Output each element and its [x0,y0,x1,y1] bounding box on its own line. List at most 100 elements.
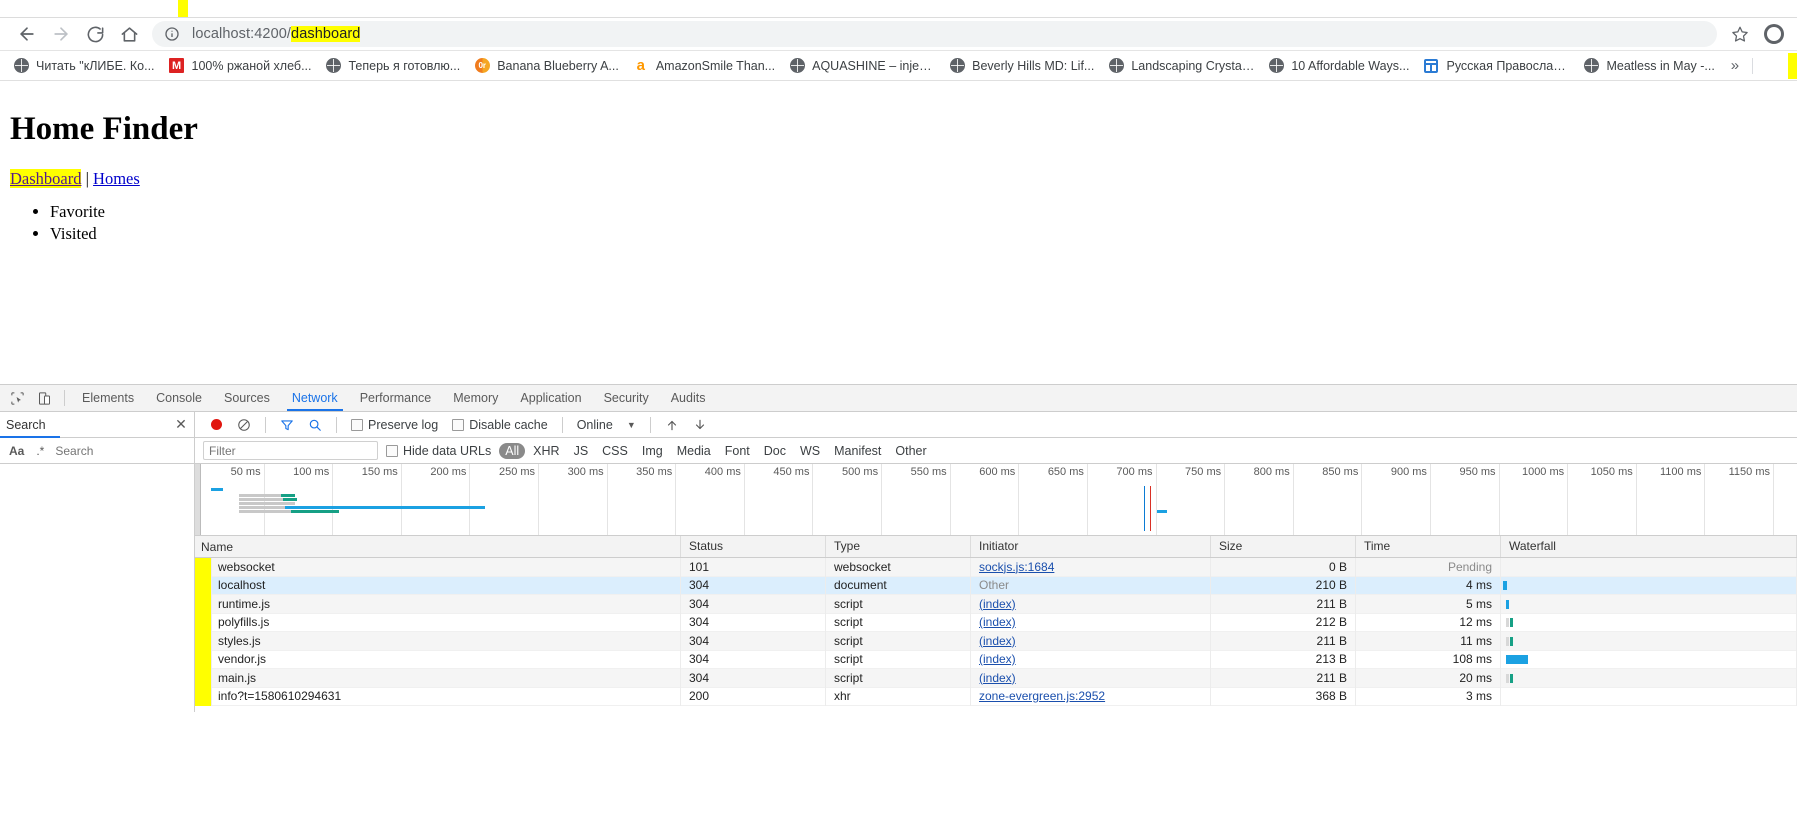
close-icon[interactable]: ✕ [168,416,194,433]
inspect-element-icon[interactable] [4,386,31,410]
column-header-size[interactable]: Size [1211,536,1356,557]
column-header-waterfall[interactable]: Waterfall [1501,536,1797,557]
waterfall-queue-bar [1506,618,1509,627]
record-button-icon[interactable] [203,414,229,436]
bookmark-item[interactable]: Meatless in May -... [1576,54,1721,78]
profile-avatar-icon[interactable] [1761,21,1787,47]
address-bar[interactable]: localhost:4200/dashboard [152,21,1717,47]
bookmark-item[interactable]: AQUASHINE – injec... [782,54,942,78]
type-filter-all[interactable]: All [499,442,526,459]
initiator-link[interactable]: (index) [979,634,1016,648]
initiator-link[interactable]: (index) [979,671,1016,685]
column-header-name[interactable]: Name [195,536,681,557]
type-filter-js[interactable]: JS [568,443,595,459]
initiator-link[interactable]: (index) [979,615,1016,629]
tab-console[interactable]: Console [145,385,213,411]
home-icon[interactable] [112,19,146,49]
export-har-icon[interactable] [687,414,713,436]
initiator-link[interactable]: (index) [979,652,1016,666]
timeline-tick-label: 300 ms [567,466,604,478]
hide-data-urls-checkbox[interactable]: Hide data URLs [380,444,497,458]
network-overview-timeline[interactable]: 50 ms 100 ms 150 ms 200 ms 250 ms 300 ms 350 m… [195,464,1797,536]
clear-network-icon[interactable] [231,414,257,436]
nav-link-dashboard[interactable]: Dashboard [10,169,82,188]
type-filter-font[interactable]: Font [719,443,756,459]
filter-input[interactable] [203,441,378,460]
column-header-type[interactable]: Type [826,536,971,557]
forward-arrow-icon[interactable] [44,19,78,49]
type-filter-ws[interactable]: WS [794,443,826,459]
cell-initiator[interactable]: (index) [971,631,1211,650]
nav-link-homes[interactable]: Homes [93,169,140,188]
column-header-initiator[interactable]: Initiator [971,536,1211,557]
cell-initiator[interactable]: sockjs.js:1684 [971,557,1211,576]
timeline-tick-label: 350 ms [636,466,673,478]
search-icon[interactable] [302,414,328,436]
bookmark-star-icon[interactable] [1725,25,1755,43]
table-row[interactable]: vendor.js 304 script (index) 213 B 108 ms [195,650,1797,669]
bookmark-item[interactable]: Beverly Hills MD: Lif... [942,54,1101,78]
type-filter-img[interactable]: Img [636,443,669,459]
bookmarks-bar: Читать "кЛИБЕ. Ко... M 100% ржаной хлеб..… [0,51,1797,81]
table-row[interactable]: runtime.js 304 script (index) 211 B5 ms [195,594,1797,614]
regex-button[interactable]: .* [31,444,49,458]
type-filter-css[interactable]: CSS [596,443,634,459]
type-filter-xhr[interactable]: XHR [527,443,565,459]
tab-audits[interactable]: Audits [660,385,717,411]
tab-security[interactable]: Security [593,385,660,411]
filter-funnel-icon[interactable] [274,414,300,436]
match-case-button[interactable]: Aa [4,444,29,458]
site-info-icon[interactable] [164,26,180,42]
bookmarks-overflow-button[interactable]: » [1722,57,1748,74]
tab-network[interactable]: Network [281,385,349,411]
bookmark-item[interactable]: Теперь я готовлю... [318,54,467,78]
search-input[interactable] [51,440,213,461]
initiator-link[interactable]: zone-evergreen.js:2952 [979,689,1105,703]
bookmark-item[interactable]: 10 Affordable Ways... [1261,54,1416,78]
cell-initiator[interactable]: (index) [971,668,1211,687]
type-filter-doc[interactable]: Doc [758,443,792,459]
hide-data-urls-label: Hide data URLs [403,443,492,458]
throttling-select[interactable]: Online ▼ [571,418,642,432]
type-filter-other[interactable]: Other [889,443,932,459]
overview-left-handle[interactable] [195,464,201,535]
table-row[interactable]: polyfills.js 304 script (index) 212 B 12 ms [195,613,1797,632]
cell-initiator[interactable]: zone-evergreen.js:2952 [971,687,1211,706]
tab-memory[interactable]: Memory [442,385,509,411]
url-highlight: dashboard [291,26,361,42]
disable-cache-checkbox[interactable]: Disable cache [446,418,554,432]
tab-application[interactable]: Application [509,385,592,411]
table-row[interactable]: websocket 101 websocket sockjs.js:1684 0 B Pe… [195,557,1797,577]
bookmark-item[interactable]: 0r Banana Blueberry A... [467,54,626,78]
tab-performance[interactable]: Performance [349,385,443,411]
type-filter-manifest[interactable]: Manifest [828,443,887,459]
cell-name-container: styles.js [195,631,681,650]
bookmark-item[interactable]: Читать "кЛИБЕ. Ко... [6,54,162,78]
bookmark-item[interactable]: M 100% ржаной хлеб... [162,54,319,78]
preserve-log-checkbox[interactable]: Preserve log [345,418,444,432]
table-row[interactable]: localhost 304 document Other 210 B4 ms [195,576,1797,595]
cell-initiator[interactable]: (index) [971,650,1211,669]
domcontentloaded-line [1144,486,1145,531]
import-har-icon[interactable] [659,414,685,436]
bookmark-item[interactable]: a AmazonSmile Than... [626,54,782,78]
tab-elements[interactable]: Elements [71,385,145,411]
reload-icon[interactable] [78,19,112,49]
device-toolbar-icon[interactable] [31,386,58,410]
table-row[interactable]: info?t=1580610294631 200 xhr zone-evergreen… [195,687,1797,706]
cell-initiator[interactable]: (index) [971,594,1211,613]
back-arrow-icon[interactable] [10,19,44,49]
bookmark-item[interactable]: Русская Православ... [1416,54,1576,78]
toolbar-divider [64,390,65,406]
table-row[interactable]: main.js 304 script (index) 211 B 20 ms [195,668,1797,688]
bookmark-item[interactable]: Landscaping Crystal... [1101,54,1261,78]
table-row[interactable]: styles.js 304 script (index) 211 B 11 ms [195,631,1797,651]
initiator-link[interactable]: sockjs.js:1684 [979,560,1054,574]
column-header-status[interactable]: Status [681,536,826,557]
type-filter-media[interactable]: Media [671,443,717,459]
cell-initiator[interactable]: (index) [971,613,1211,632]
column-header-time[interactable]: Time [1356,536,1501,557]
row-highlight-stripe [195,595,212,614]
initiator-link[interactable]: (index) [979,597,1016,611]
tab-sources[interactable]: Sources [213,385,281,411]
